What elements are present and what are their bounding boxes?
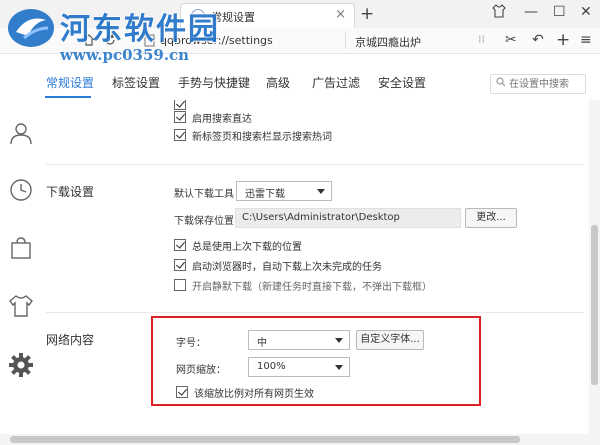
option-last-location[interactable]: 总是使用上次下载的位置: [174, 237, 302, 253]
option-label: 总是使用上次下载的位置: [192, 241, 302, 253]
vertical-scroll-thumb[interactable]: [591, 225, 598, 385]
chevron-down-icon: [317, 189, 325, 194]
scissors-icon[interactable]: ✂: [505, 32, 517, 48]
grip-icon[interactable]: ⁞⁞: [478, 33, 485, 46]
checkbox[interactable]: [174, 129, 186, 141]
tab-general[interactable]: 常规设置: [46, 74, 94, 91]
select-value: 100%: [257, 361, 286, 372]
option-resume-download[interactable]: 启动浏览器时，自动下载上次未完成的任务: [174, 257, 382, 273]
minimize-button[interactable]: —: [524, 4, 538, 20]
option-label: 启用搜索直达: [192, 113, 252, 125]
tab-tabs-settings[interactable]: 标签设置: [112, 74, 160, 91]
tab-advanced[interactable]: 高级: [266, 74, 290, 91]
save-location-label: 下载保存位置: [174, 216, 234, 227]
option-label: 开启静默下载（新建任务时直接下载，不弹出下载框）: [192, 281, 432, 293]
checkbox[interactable]: [174, 259, 186, 271]
title-bar: 常规设置 × + — ☐ ✕: [0, 0, 600, 28]
option-label: 启动浏览器时，自动下载上次未完成的任务: [192, 261, 382, 273]
maximize-button[interactable]: ☐: [553, 4, 566, 20]
section-divider: [46, 164, 584, 165]
custom-font-button[interactable]: 自定义字体...: [356, 330, 424, 350]
checkbox[interactable]: [174, 111, 186, 123]
horizontal-scrollbar[interactable]: [0, 434, 600, 445]
font-size-label: 字号：: [176, 338, 206, 349]
chevron-down-icon: [335, 365, 343, 370]
download-section-title: 下载设置: [46, 185, 95, 199]
close-window-button[interactable]: ✕: [580, 4, 592, 20]
settings-tab-icon: [191, 9, 205, 23]
change-location-button[interactable]: 更改...: [465, 208, 517, 228]
page-icon: [144, 34, 155, 50]
vertical-scrollbar[interactable]: [589, 100, 600, 434]
section-divider: [46, 312, 584, 313]
web-content-section-title: 网络内容: [46, 333, 95, 347]
checkbox[interactable]: [174, 239, 186, 251]
tab-close-button[interactable]: ×: [335, 7, 346, 22]
tab-security[interactable]: 安全设置: [378, 74, 426, 91]
option-silent-download[interactable]: 开启静默下载（新建任务时直接下载，不弹出下载框）: [174, 277, 432, 293]
add-icon[interactable]: +: [556, 30, 570, 50]
zoom-label: 网页缩放：: [176, 365, 226, 376]
settings-search-box[interactable]: [490, 74, 586, 94]
tab-ad-filter[interactable]: 广告过滤: [312, 74, 360, 91]
undo-icon[interactable]: ↶: [532, 32, 544, 48]
address-separator: [345, 33, 346, 49]
chevron-down-icon: [335, 338, 343, 343]
new-tab-button[interactable]: +: [360, 4, 374, 24]
save-location-field[interactable]: C:\Users\Administrator\Desktop: [235, 208, 461, 228]
checkbox[interactable]: [174, 279, 186, 291]
shirt-icon[interactable]: [492, 4, 506, 22]
tab-title: 常规设置: [211, 11, 255, 24]
select-value: 中: [257, 338, 267, 349]
home-icon[interactable]: [82, 33, 96, 50]
option-search-direct[interactable]: 启用搜索直达: [174, 109, 252, 125]
url-text[interactable]: qqbrowser://settings: [160, 34, 273, 47]
settings-content: 启用搜索直达 新标签页和搜索栏显示搜索热词 下载设置 默认下载工具 迅雷下载 下…: [0, 100, 588, 434]
active-tab-underline: [45, 96, 91, 98]
tab-settings[interactable]: 常规设置 ×: [180, 3, 355, 28]
checkbox[interactable]: [176, 386, 188, 398]
option-label: 新标签页和搜索栏显示搜索热词: [192, 131, 332, 143]
option-zoom-all-pages[interactable]: 该缩放比例对所有网页生效: [176, 384, 314, 400]
settings-search-input[interactable]: [509, 77, 583, 91]
option-label: 该缩放比例对所有网页生效: [194, 388, 314, 400]
tab-gestures[interactable]: 手势与快捷键: [178, 74, 250, 91]
horizontal-scroll-thumb[interactable]: [10, 436, 520, 443]
address-bar: qqbrowser://settings 京城四瘾出炉 ⁞⁞ ✂ ↶ + ≡: [0, 28, 600, 54]
default-tool-select[interactable]: 迅雷下载: [236, 181, 332, 201]
font-size-select[interactable]: 中: [248, 330, 350, 350]
search-engine-field[interactable]: 京城四瘾出炉: [355, 34, 421, 50]
select-value: 迅雷下载: [245, 189, 285, 200]
refresh-icon[interactable]: [103, 33, 117, 50]
option-hot-words[interactable]: 新标签页和搜索栏显示搜索热词: [174, 127, 332, 143]
default-tool-label: 默认下载工具: [174, 189, 234, 200]
search-icon: [496, 77, 506, 90]
zoom-select[interactable]: 100%: [248, 357, 350, 377]
menu-icon[interactable]: ≡: [580, 32, 592, 48]
